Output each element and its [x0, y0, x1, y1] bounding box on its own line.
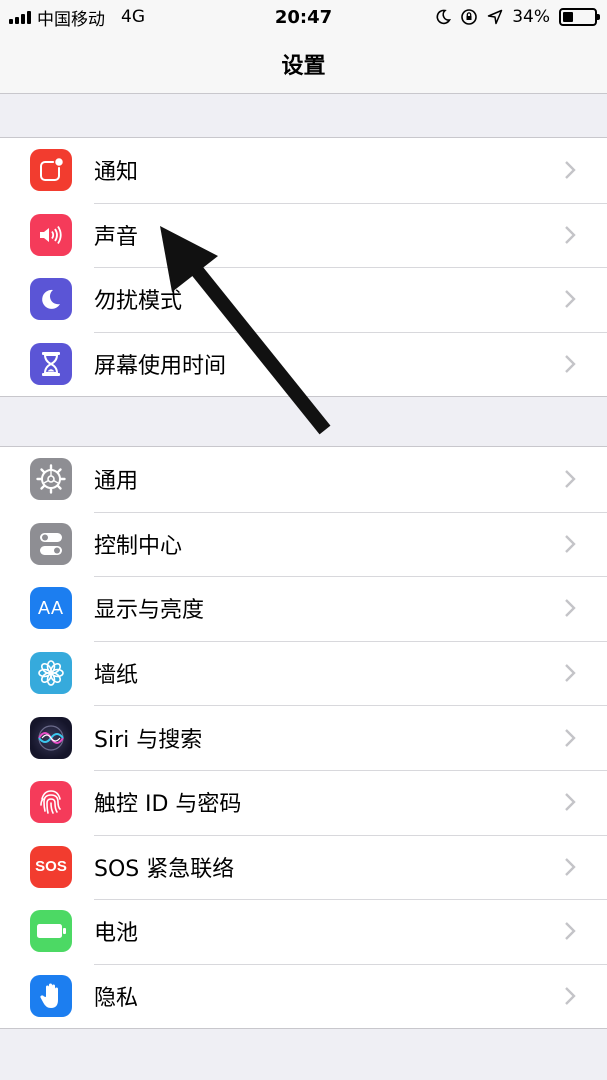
hourglass-icon [30, 343, 72, 386]
toggles-icon [30, 522, 72, 565]
settings-group-2: 通用 控制中心 AA 显示与亮度 墙纸 Siri 与搜索 触控 ID 与密码 S… [0, 446, 607, 1030]
fingerprint-icon [30, 781, 72, 824]
status-bar: 中国移动 4G 20:47 34% [0, 0, 607, 34]
chevron-right-icon [565, 290, 576, 309]
settings-row-label: 触控 ID 与密码 [94, 792, 242, 818]
moon-status-icon [436, 9, 452, 25]
settings-row-label: 电池 [94, 921, 139, 947]
settings-row-notifications[interactable]: 通知 [0, 138, 607, 203]
settings-row-touch-id-passcode[interactable]: 触控 ID 与密码 [0, 769, 607, 835]
location-icon [487, 9, 503, 25]
settings-row-label: 通知 [94, 160, 139, 186]
chevron-right-icon [565, 599, 576, 618]
settings-row-label: SOS 紧急联络 [94, 856, 235, 882]
settings-row-screen-time[interactable]: 屏幕使用时间 [0, 331, 607, 397]
settings-row-wallpaper[interactable]: 墙纸 [0, 640, 607, 706]
settings-row-label: 墙纸 [94, 663, 139, 689]
settings-row-label: Siri 与搜索 [94, 727, 203, 753]
chevron-right-icon [565, 922, 576, 941]
hand-icon [30, 975, 72, 1018]
rotation-lock-icon [461, 9, 478, 25]
chevron-right-icon [565, 664, 576, 682]
settings-row-label: 声音 [94, 224, 139, 250]
battery-icon [30, 910, 72, 953]
settings-row-general[interactable]: 通用 [0, 447, 607, 512]
moon-icon [30, 278, 72, 321]
chevron-right-icon [565, 161, 576, 180]
battery-status-icon [559, 8, 600, 26]
settings-row-display-brightness[interactable]: AA 显示与亮度 [0, 576, 607, 641]
siri-icon [30, 716, 72, 759]
settings-row-emergency-sos[interactable]: SOS SOS 紧急联络 [0, 834, 607, 900]
chevron-right-icon [565, 535, 576, 553]
sound-icon [30, 213, 72, 256]
sos-icon-text: SOS [35, 858, 67, 876]
settings-row-do-not-disturb[interactable]: 勿扰模式 [0, 267, 607, 332]
settings-row-battery[interactable]: 电池 [0, 899, 607, 964]
settings-row-label: 屏幕使用时间 [94, 354, 227, 380]
display-icon: AA [30, 587, 72, 630]
settings-row-label: 通用 [94, 469, 139, 495]
settings-row-control-center[interactable]: 控制中心 [0, 511, 607, 577]
settings-row-label: 隐私 [94, 986, 139, 1012]
page-title: 设置 [281, 53, 326, 79]
settings-row-label: 控制中心 [94, 533, 183, 559]
settings-row-siri-search[interactable]: Siri 与搜索 [0, 705, 607, 770]
sos-icon: SOS [30, 845, 72, 888]
display-icon-text: AA [37, 597, 64, 618]
signal-strength-icon [9, 10, 31, 24]
status-left: 中国移动 4G [9, 5, 145, 30]
navigation-bar: 设置 [0, 34, 607, 94]
notifications-icon [30, 149, 72, 192]
chevron-right-icon [565, 355, 576, 373]
carrier-name: 中国移动 [37, 9, 105, 30]
settings-row-privacy[interactable]: 隐私 [0, 963, 607, 1029]
gear-icon [30, 458, 72, 501]
settings-row-sound[interactable]: 声音 [0, 202, 607, 268]
chevron-right-icon [565, 728, 576, 747]
settings-row-label: 显示与亮度 [94, 598, 205, 624]
chevron-right-icon [565, 858, 576, 876]
chevron-right-icon [565, 793, 576, 812]
wallpaper-icon [30, 652, 72, 695]
network-type: 4G [121, 7, 145, 27]
settings-group-1: 通知 声音 勿扰模式 屏幕使用时间 [0, 137, 607, 398]
chevron-right-icon [565, 470, 576, 489]
chevron-right-icon [565, 226, 576, 244]
settings-row-label: 勿扰模式 [94, 289, 183, 315]
battery-percent: 34% [512, 7, 550, 27]
chevron-right-icon [565, 987, 576, 1005]
status-right: 34% [435, 7, 600, 27]
